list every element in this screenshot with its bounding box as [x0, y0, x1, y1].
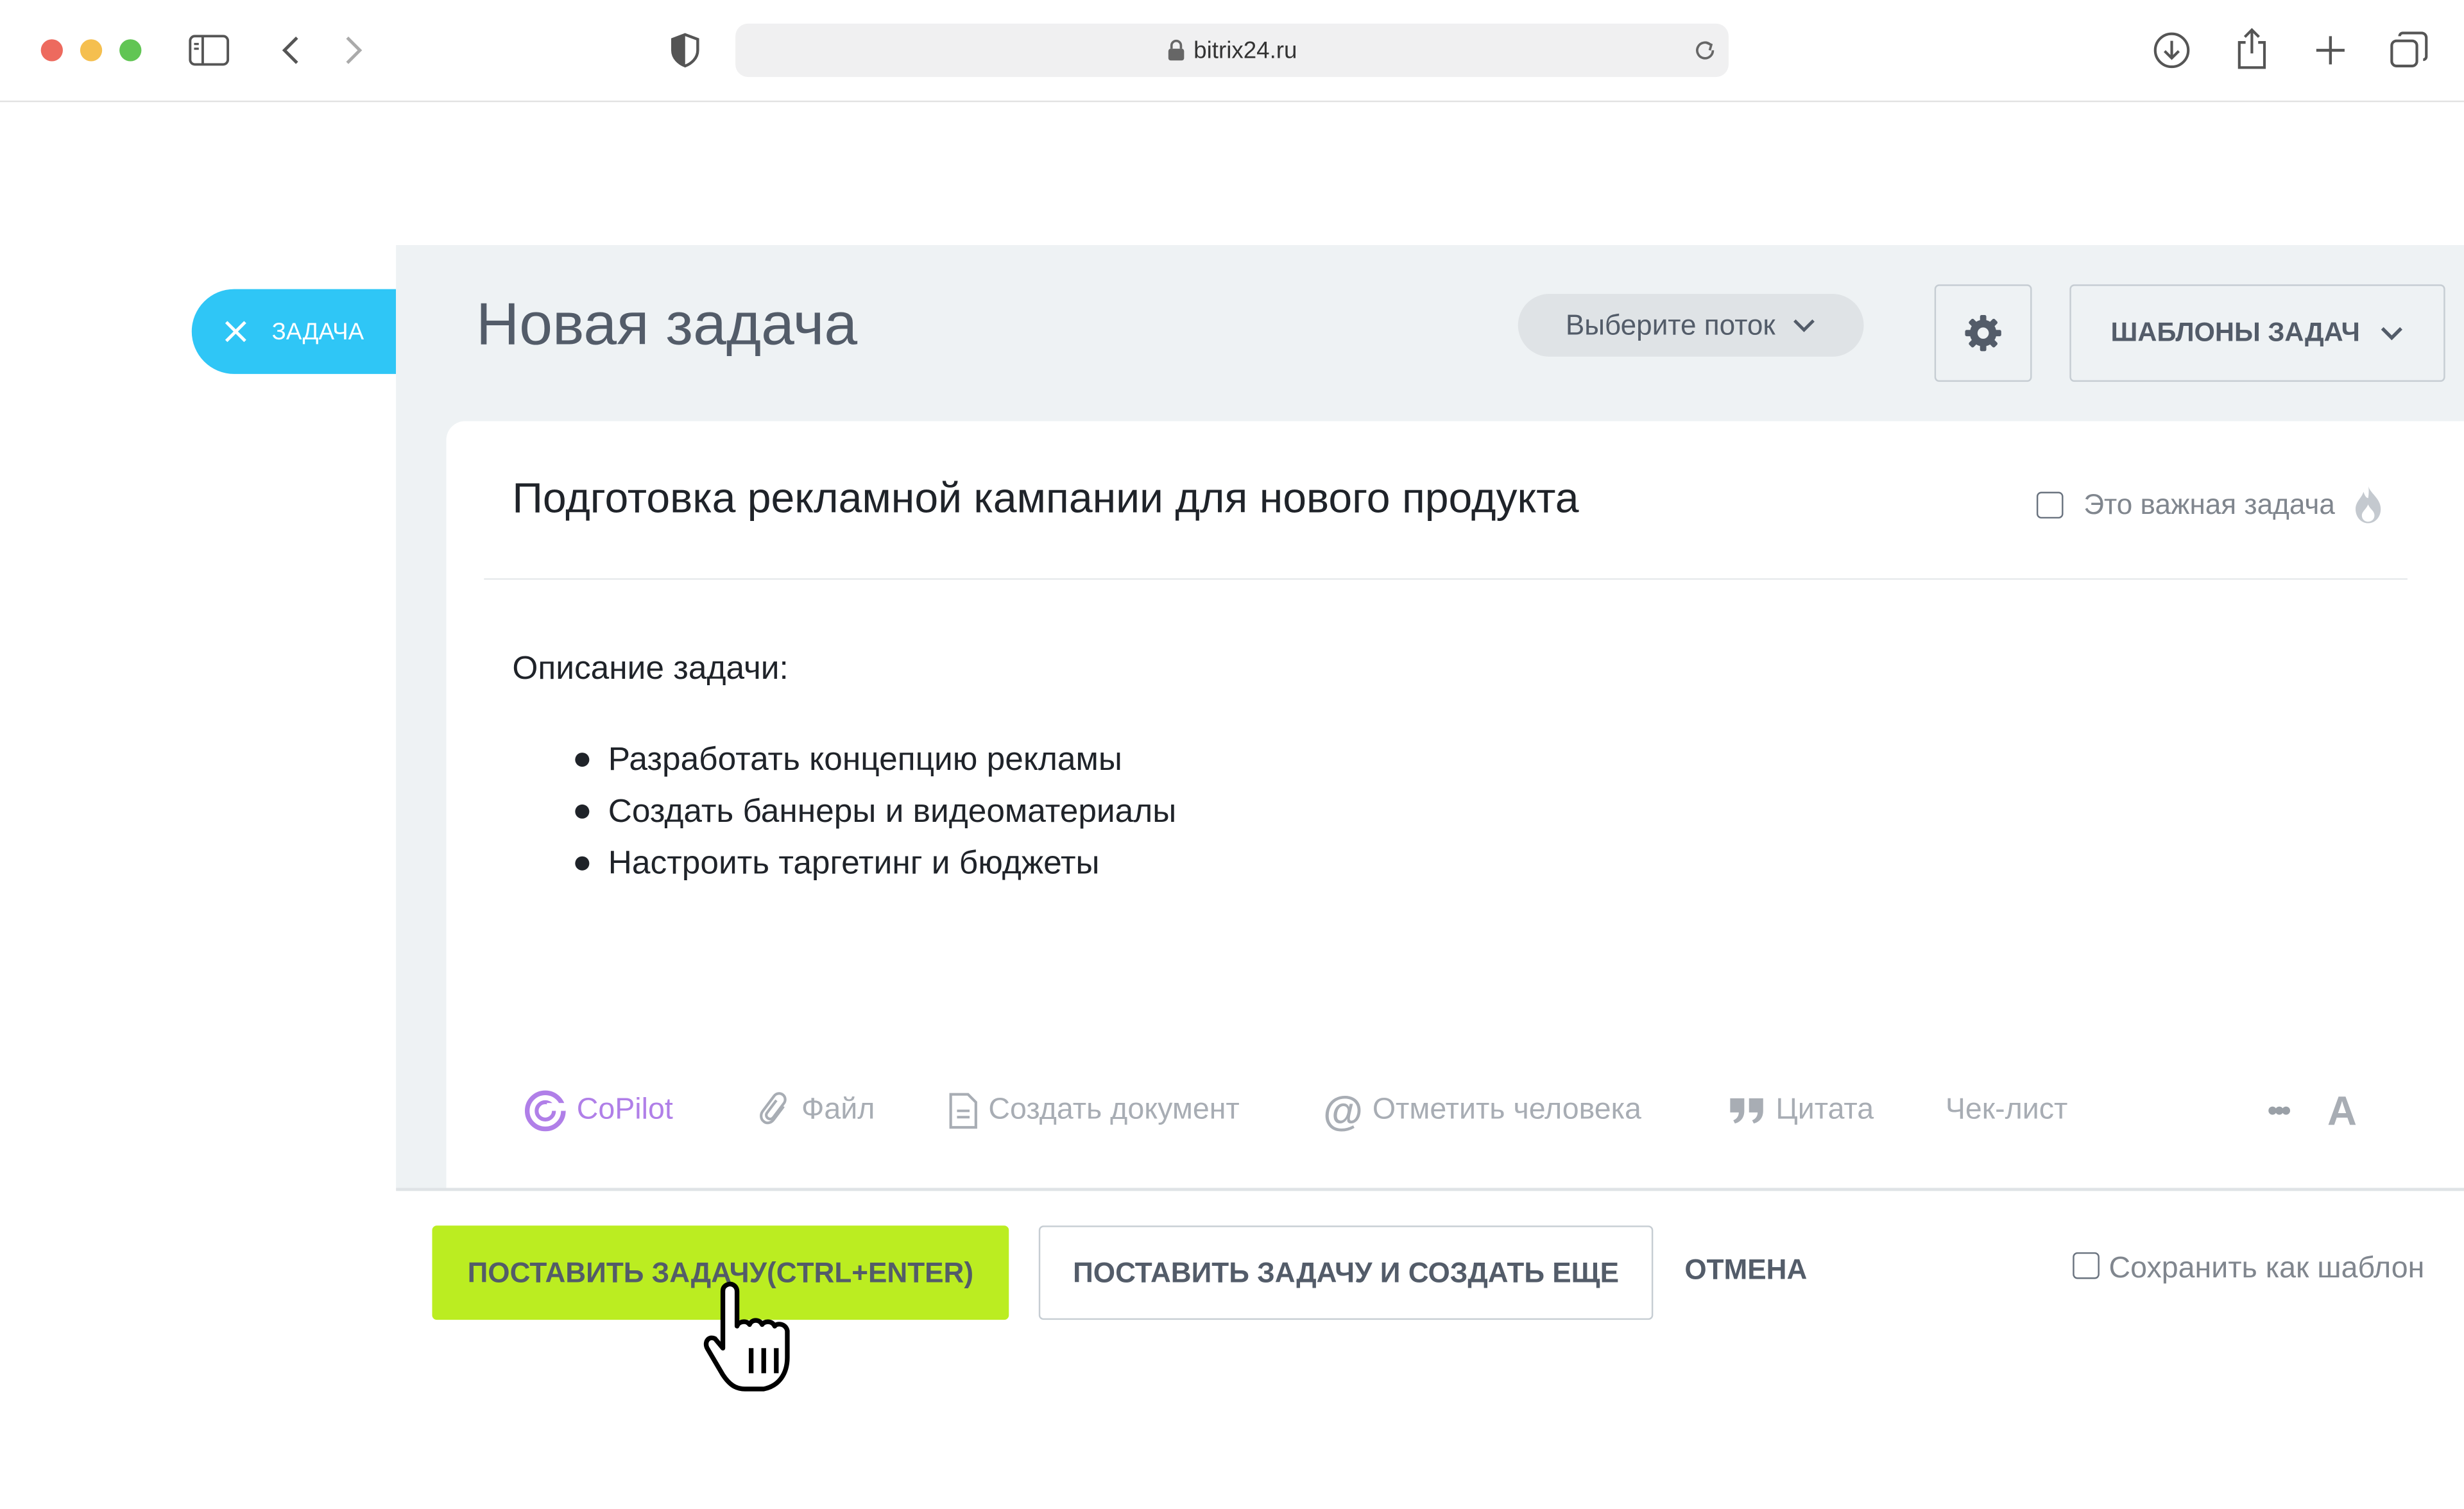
at-sign-icon: @ — [1323, 1086, 1364, 1134]
list-item-text: Настроить таргетинг и бюджеты — [608, 844, 1100, 881]
copilot-label: CoPilot — [576, 1093, 673, 1127]
footer-divider — [396, 1188, 2464, 1191]
hand-cursor-icon — [697, 1279, 807, 1395]
task-title-input[interactable]: Подготовка рекламной кампании для нового… — [512, 475, 1579, 524]
side-tab-label: ЗАДАЧА — [271, 319, 364, 346]
bullet — [575, 804, 590, 819]
task-side-tab[interactable]: ЗАДАЧА — [191, 289, 397, 374]
quote-button[interactable]: Цитата — [1729, 1084, 1874, 1138]
flow-select[interactable]: Выберите поток — [1518, 293, 1864, 357]
more-button[interactable]: ••• — [2268, 1084, 2291, 1138]
chevron-down-icon — [1791, 318, 1816, 333]
copilot-button[interactable]: CoPilot — [524, 1084, 673, 1138]
bullet — [575, 856, 590, 871]
download-icon[interactable] — [2150, 28, 2194, 72]
task-templates-label: ШАБЛОНЫ ЗАДАЧ — [2110, 317, 2360, 348]
document-icon — [948, 1092, 979, 1130]
bullet — [575, 753, 590, 767]
url-text: bitrix24.ru — [1194, 37, 1297, 64]
flow-select-label: Выберите поток — [1565, 309, 1775, 341]
important-label: Это важная задача — [2083, 488, 2335, 520]
attach-file-button[interactable]: Файл — [757, 1084, 875, 1138]
important-checkbox[interactable] — [2036, 491, 2064, 518]
create-document-label: Создать документ — [988, 1093, 1240, 1127]
chevron-down-icon — [2379, 325, 2404, 341]
flame-icon — [2350, 484, 2385, 525]
back-icon[interactable] — [273, 31, 308, 69]
close-window-button[interactable] — [40, 39, 63, 62]
address-bar[interactable]: bitrix24.ru — [735, 23, 1729, 78]
save-template-checkbox[interactable] — [2073, 1251, 2100, 1279]
list-item-text: Разработать концепцию рекламы — [608, 740, 1122, 778]
checklist-button[interactable]: Чек-лист — [1946, 1084, 2067, 1138]
sidebar-toggle-icon[interactable] — [185, 31, 232, 69]
mention-label: Отметить человека — [1372, 1093, 1641, 1127]
zoom-window-button[interactable] — [119, 39, 142, 62]
description-heading: Описание задачи: — [512, 650, 789, 687]
important-task-toggle[interactable]: Это важная задача — [2036, 484, 2385, 525]
list-item: Разработать концепцию рекламы — [575, 734, 1176, 786]
description-list: Разработать концепцию рекламы Создать ба… — [575, 734, 1176, 889]
list-item: Создать баннеры и видеоматериалы — [575, 786, 1176, 838]
copilot-icon — [524, 1089, 568, 1133]
browser-toolbar: bitrix24.ru — [0, 0, 2464, 103]
shield-icon[interactable] — [666, 30, 704, 71]
forward-icon[interactable] — [336, 31, 371, 69]
lock-icon — [1167, 39, 1185, 61]
list-item: Настроить таргетинг и бюджеты — [575, 837, 1176, 889]
checklist-label: Чек-лист — [1945, 1093, 2068, 1127]
quote-icon — [1729, 1095, 1767, 1127]
mention-button[interactable]: @ Отметить человека — [1323, 1084, 1641, 1138]
quote-label: Цитата — [1775, 1093, 1874, 1127]
submit-and-create-another-button[interactable]: ПОСТАВИТЬ ЗАДАЧУ И СОЗДАТЬ ЕЩЕ — [1038, 1225, 1654, 1320]
new-tab-icon[interactable] — [2310, 30, 2351, 71]
list-item-text: Создать баннеры и видеоматериалы — [608, 792, 1177, 829]
page-title: Новая задача — [476, 292, 858, 359]
minimize-window-button[interactable] — [80, 39, 103, 62]
save-template-label: Сохранить как шаблон — [2109, 1252, 2425, 1286]
share-icon[interactable] — [2230, 25, 2274, 72]
reload-icon[interactable] — [1691, 36, 1719, 64]
create-document-button[interactable]: Создать документ — [948, 1084, 1240, 1138]
save-as-template-toggle[interactable]: Сохранить как шаблон — [2073, 1251, 2425, 1287]
settings-button[interactable] — [1934, 284, 2032, 382]
text-format-button[interactable]: A — [2327, 1084, 2357, 1138]
cancel-button[interactable]: ОТМЕНА — [1684, 1254, 1807, 1286]
close-icon[interactable] — [223, 319, 248, 344]
gear-icon — [1963, 312, 2004, 354]
task-templates-button[interactable]: ШАБЛОНЫ ЗАДАЧ — [2069, 284, 2445, 382]
tab-overview-icon[interactable] — [2387, 28, 2431, 72]
url-container: bitrix24.ru — [735, 24, 1729, 77]
title-divider — [484, 578, 2408, 580]
paperclip-icon — [757, 1091, 792, 1132]
file-label: Файл — [801, 1093, 875, 1127]
